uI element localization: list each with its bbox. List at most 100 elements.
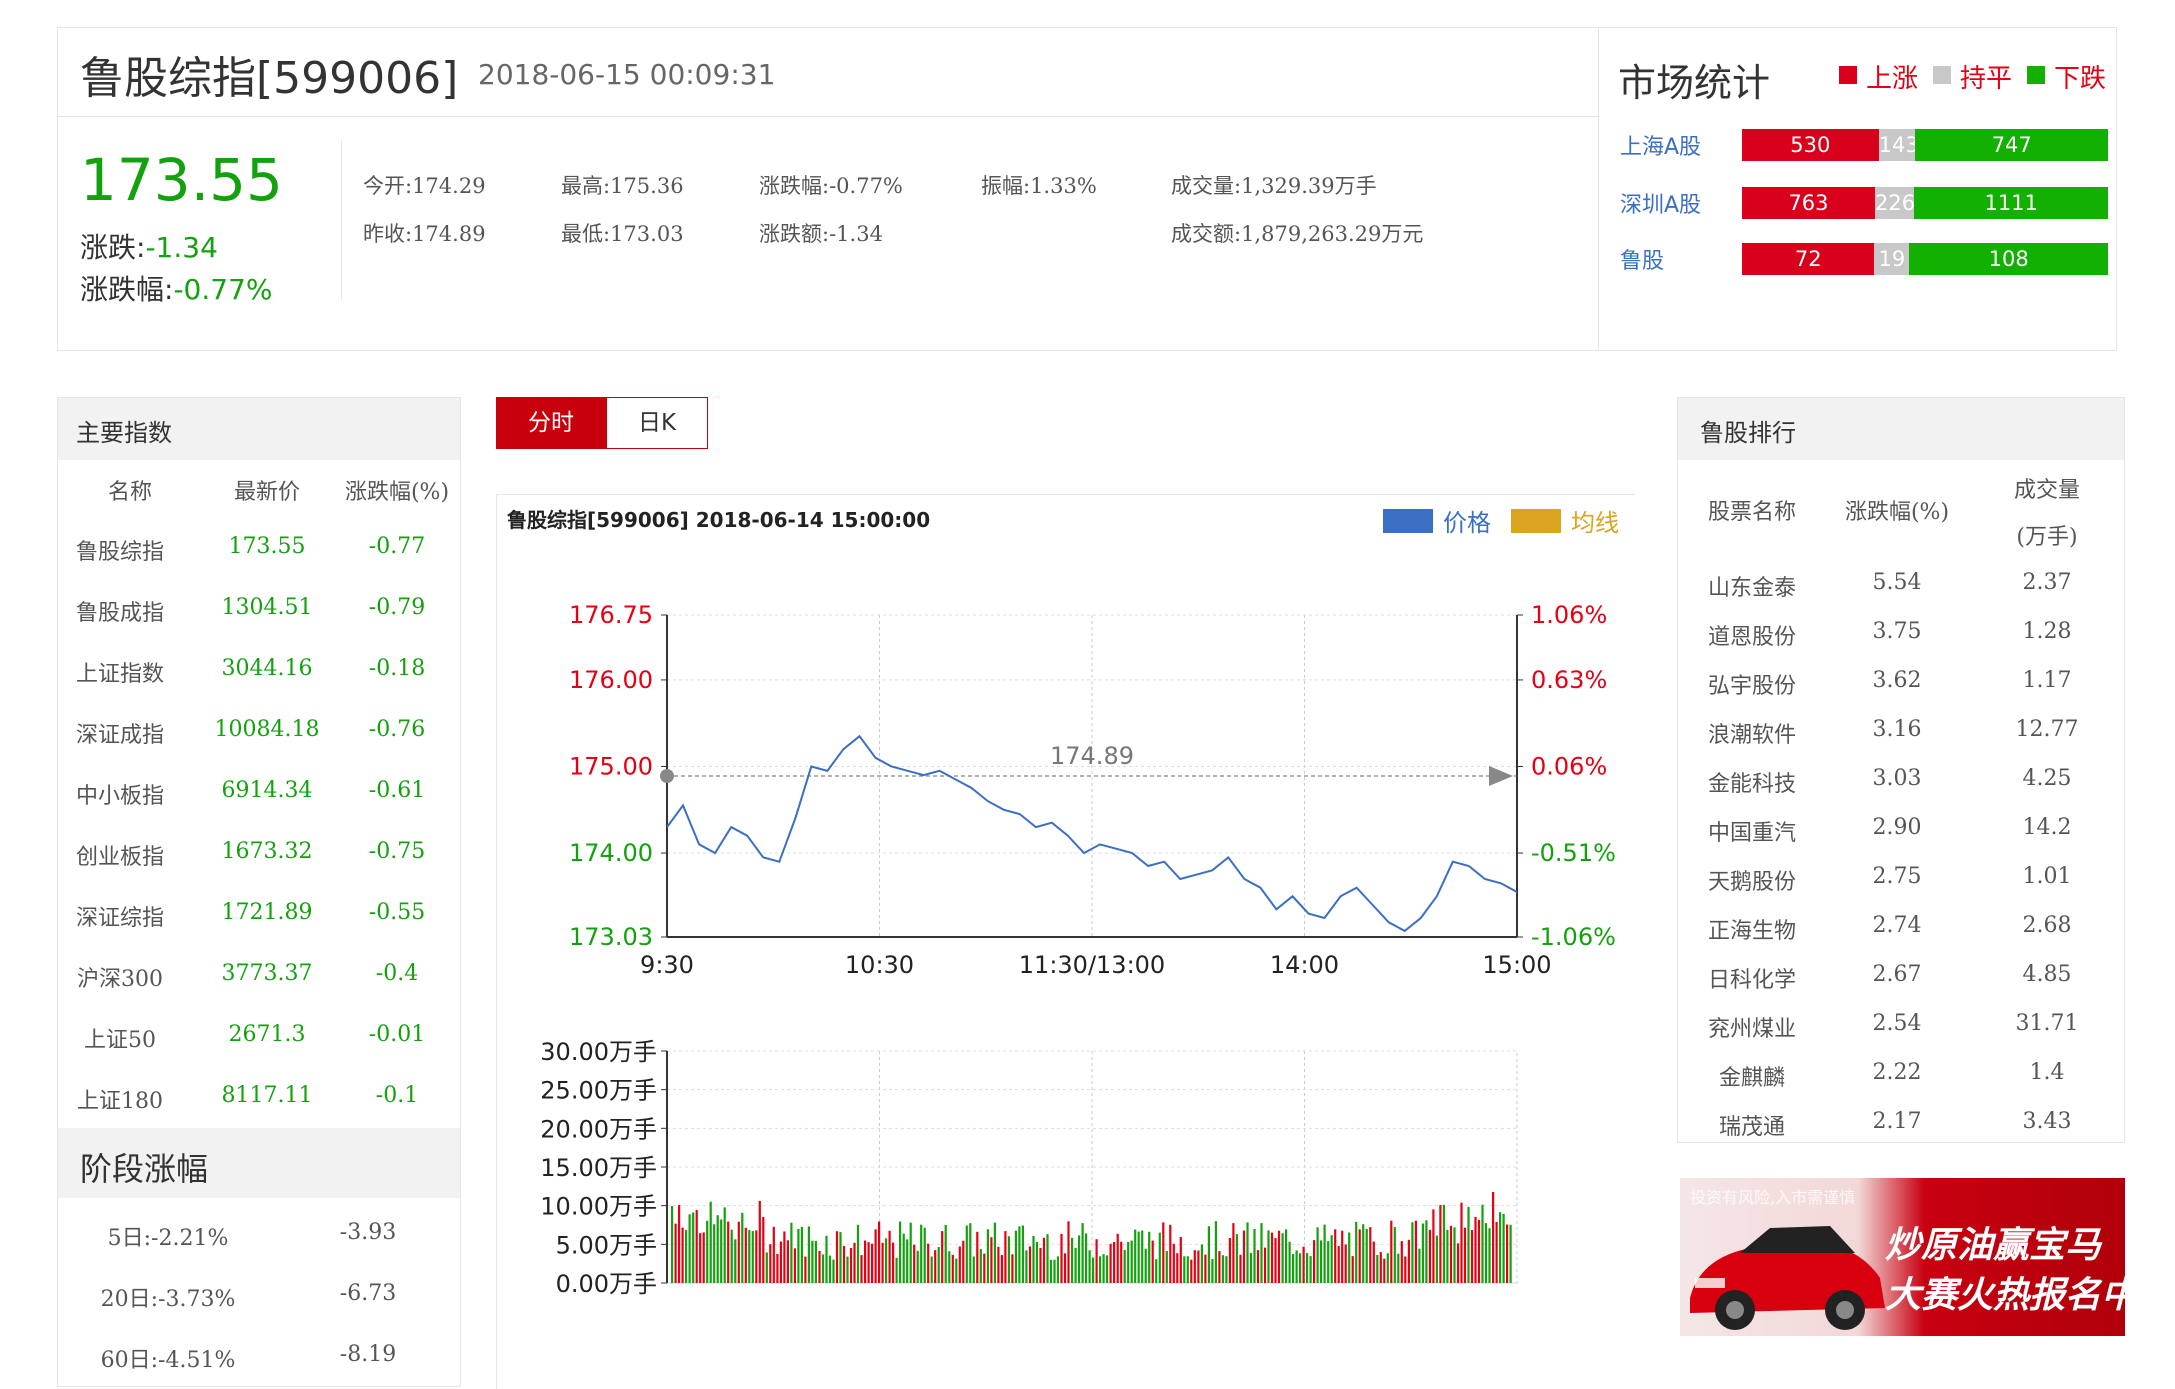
rank-stock-name[interactable]: 瑞茂通: [1682, 1109, 1822, 1141]
stat-high: 最高:175.36: [561, 174, 684, 198]
ad-banner[interactable]: 投资有风险,入市需谨慎 炒原油赢宝马 大赛火热报名中: [1680, 1178, 2125, 1336]
rank-row[interactable]: 中国重汽 2.90 14.2: [1678, 815, 2124, 851]
rank-stock-volume: 14.2: [2022, 815, 2072, 840]
rank-col-volume: 成交量: [2013, 478, 2080, 503]
index-row[interactable]: 上证指数 3044.16 -0.18: [58, 656, 460, 696]
stat-prev-close: 昨收:174.89: [363, 222, 486, 246]
index-pct: -0.01: [368, 1022, 426, 1047]
index-name[interactable]: 深证综指: [60, 900, 180, 932]
volume-bar: [839, 1232, 842, 1283]
bar-down-segment: 108: [1909, 243, 2108, 275]
rank-stock-name[interactable]: 道恩股份: [1682, 619, 1822, 651]
volume-bar: [1092, 1257, 1095, 1283]
volume-bar: [814, 1240, 817, 1283]
tab-intraday[interactable]: 分时: [496, 397, 606, 449]
volume-bar: [1484, 1223, 1488, 1283]
index-name[interactable]: 鲁股成指: [60, 595, 180, 627]
index-row[interactable]: 沪深300 3773.37 -0.4: [58, 961, 460, 1001]
rank-row[interactable]: 道恩股份 3.75 1.28: [1678, 619, 2124, 655]
index-name[interactable]: 上证50: [60, 1022, 180, 1054]
index-row[interactable]: 深证综指 1721.89 -0.55: [58, 900, 460, 940]
volume-bar: [1506, 1224, 1509, 1283]
market-link-sh[interactable]: 上海A股: [1620, 129, 1701, 161]
rank-stock-volume: 1.4: [2029, 1060, 2065, 1085]
stat-volume: 成交量:1,329.39万手: [1171, 174, 1377, 198]
volume-bar: [1148, 1231, 1151, 1283]
rank-row[interactable]: 弘宇股份 3.62 1.17: [1678, 668, 2124, 704]
rank-row[interactable]: 金能科技 3.03 4.25: [1678, 766, 2124, 802]
rank-stock-pct: 3.16: [1872, 717, 1922, 742]
index-row[interactable]: 创业板指 1673.32 -0.75: [58, 839, 460, 879]
index-row[interactable]: 中小板指 6914.34 -0.61: [58, 778, 460, 818]
index-price: 8117.11: [221, 1083, 313, 1108]
index-pct: -0.79: [368, 595, 426, 620]
index-name[interactable]: 中小板指: [60, 778, 180, 810]
index-price: 2671.3: [228, 1022, 306, 1047]
volume-bar: [923, 1227, 926, 1283]
rank-row[interactable]: 瑞茂通 2.17 3.43: [1678, 1109, 2124, 1145]
volume-bar: [1502, 1213, 1505, 1283]
volume-bar: [758, 1200, 761, 1283]
stage-period: 60日:-4.51%: [100, 1348, 236, 1373]
market-link-lu[interactable]: 鲁股: [1620, 243, 1664, 275]
volume-bar: [1453, 1227, 1456, 1283]
volume-bar: [727, 1221, 730, 1283]
prev-close-marker: [660, 769, 674, 783]
market-link-sz[interactable]: 深圳A股: [1620, 187, 1701, 219]
volume-bar: [1404, 1256, 1407, 1283]
time-axis-label: 11:30/13:00: [1019, 951, 1165, 979]
rank-stock-name[interactable]: 日科化学: [1682, 962, 1822, 994]
volume-bar: [951, 1254, 954, 1283]
rank-stock-name[interactable]: 中国重汽: [1682, 815, 1822, 847]
rank-stock-name[interactable]: 正海生物: [1682, 913, 1822, 945]
volume-bar: [1425, 1220, 1428, 1283]
volume-bar: [674, 1223, 677, 1283]
index-name[interactable]: 沪深300: [60, 961, 180, 993]
price-axis-label: 174.00: [569, 839, 653, 867]
rank-row[interactable]: 天鹅股份 2.75 1.01: [1678, 864, 2124, 900]
rank-stock-name[interactable]: 兖州煤业: [1682, 1011, 1822, 1043]
volume-bar: [1204, 1254, 1207, 1283]
index-name[interactable]: 深证成指: [60, 717, 180, 749]
rank-stock-name[interactable]: 金麒麟: [1682, 1060, 1822, 1092]
rank-row[interactable]: 浪潮软件 3.16 12.77: [1678, 717, 2124, 753]
rank-row[interactable]: 正海生物 2.74 2.68: [1678, 913, 2124, 949]
index-name[interactable]: 上证180: [60, 1083, 180, 1115]
volume-bar: [1435, 1235, 1438, 1283]
index-row[interactable]: 上证180 8117.11 -0.1: [58, 1083, 460, 1123]
rank-stock-name[interactable]: 天鹅股份: [1682, 864, 1822, 896]
ad-risk-warning: 投资有风险,入市需谨慎: [1690, 1188, 1856, 1207]
rank-row[interactable]: 日科化学 2.67 4.85: [1678, 962, 2124, 998]
rank-col-pct: 涨跌幅(%): [1844, 500, 1950, 525]
rank-stock-name[interactable]: 浪潮软件: [1682, 717, 1822, 749]
volume-bar: [1060, 1233, 1063, 1283]
rank-stock-name[interactable]: 金能科技: [1682, 766, 1822, 798]
rank-row[interactable]: 金麒麟 2.22 1.4: [1678, 1060, 2124, 1096]
tab-daily-k[interactable]: 日K: [606, 397, 708, 449]
stage-row: 5日:-2.21% -3.93: [58, 1220, 460, 1260]
volume-bar: [1063, 1253, 1067, 1283]
volume-bar: [1085, 1233, 1088, 1283]
rank-row[interactable]: 兖州煤业 2.54 31.71: [1678, 1011, 2124, 1047]
index-row[interactable]: 鲁股成指 1304.51 -0.79: [58, 595, 460, 635]
rank-stock-name[interactable]: 弘宇股份: [1682, 668, 1822, 700]
volume-bar: [776, 1254, 779, 1283]
stage-value: -3.93: [339, 1220, 397, 1245]
market-bar-lu: 72 19 108: [1742, 243, 2108, 275]
volume-bar: [986, 1229, 989, 1283]
index-row[interactable]: 上证50 2671.3 -0.01: [58, 1022, 460, 1062]
volume-bar: [867, 1242, 870, 1283]
volume-bar: [906, 1239, 909, 1283]
index-row[interactable]: 鲁股综指 173.55 -0.77: [58, 534, 460, 574]
col-header-pct: 涨跌幅(%): [344, 480, 450, 505]
volume-bar: [720, 1219, 723, 1283]
index-name[interactable]: 鲁股综指: [60, 534, 180, 566]
title-row: 鲁股综指[599006] 2018-06-15 00:09:31: [58, 28, 1598, 117]
index-row[interactable]: 深证成指 10084.18 -0.76: [58, 717, 460, 757]
rank-stock-name[interactable]: 山东金泰: [1682, 570, 1822, 602]
volume-bar: [1327, 1241, 1330, 1283]
index-price: 10084.18: [214, 717, 320, 742]
index-name[interactable]: 上证指数: [60, 656, 180, 688]
index-name[interactable]: 创业板指: [60, 839, 180, 871]
rank-row[interactable]: 山东金泰 5.54 2.37: [1678, 570, 2124, 606]
